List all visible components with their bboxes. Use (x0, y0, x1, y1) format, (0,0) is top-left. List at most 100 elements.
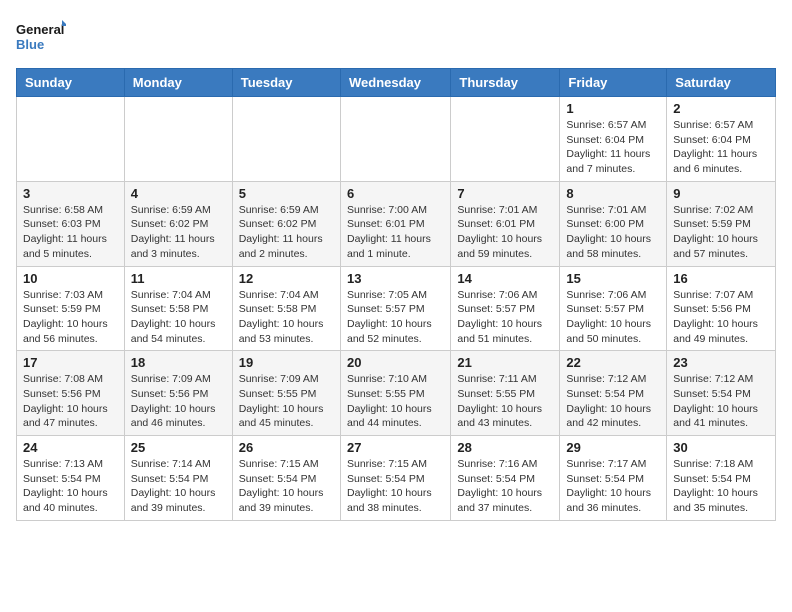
calendar-cell: 20 Sunrise: 7:10 AM Sunset: 5:55 PM Dayli… (340, 351, 450, 436)
day-number: 24 (23, 440, 118, 455)
calendar-cell: 9Sunrise: 7:02 AM Sunset: 5:59 PM Daylig… (667, 181, 776, 266)
day-number: 17 (23, 355, 118, 370)
logo: General Blue (16, 16, 66, 56)
page-header: General Blue (16, 16, 776, 56)
day-info: Sunrise: 7:12 AM Sunset: 5:54 PM Dayligh… (566, 372, 660, 431)
day-number: 20 (347, 355, 444, 370)
day-number: 6 (347, 186, 444, 201)
calendar-cell: 30Sunrise: 7:18 AM Sunset: 5:54 PM Dayli… (667, 436, 776, 521)
calendar-cell: 27 Sunrise: 7:15 AM Sunset: 5:54 PM Dayli… (340, 436, 450, 521)
day-info: Sunrise: 7:01 AM Sunset: 6:01 PM Dayligh… (457, 203, 553, 262)
day-info: Sunrise: 7:12 AM Sunset: 5:54 PM Dayligh… (673, 372, 769, 431)
day-number: 19 (239, 355, 334, 370)
day-number: 11 (131, 271, 226, 286)
day-info: Sunrise: 7:06 AM Sunset: 5:57 PM Dayligh… (457, 288, 553, 347)
day-number: 4 (131, 186, 226, 201)
calendar-cell: 2 Sunrise: 6:57 AM Sunset: 6:04 PM Daylig… (667, 97, 776, 182)
calendar-cell (340, 97, 450, 182)
calendar-cell: 13Sunrise: 7:05 AM Sunset: 5:57 PM Dayli… (340, 266, 450, 351)
day-info: Sunrise: 6:59 AM Sunset: 6:02 PM Dayligh… (239, 203, 334, 262)
calendar-cell: 3 Sunrise: 6:58 AM Sunset: 6:03 PM Daylig… (17, 181, 125, 266)
svg-text:General: General (16, 22, 64, 37)
day-number: 14 (457, 271, 553, 286)
day-number: 3 (23, 186, 118, 201)
weekday-header-row: SundayMondayTuesdayWednesdayThursdayFrid… (17, 69, 776, 97)
day-number: 23 (673, 355, 769, 370)
day-info: Sunrise: 7:16 AM Sunset: 5:54 PM Dayligh… (457, 457, 553, 516)
calendar-cell: 17 Sunrise: 7:08 AM Sunset: 5:56 PM Dayli… (17, 351, 125, 436)
calendar-cell (17, 97, 125, 182)
day-info: Sunrise: 6:57 AM Sunset: 6:04 PM Dayligh… (566, 118, 660, 177)
day-number: 10 (23, 271, 118, 286)
calendar-cell: 19Sunrise: 7:09 AM Sunset: 5:55 PM Dayli… (232, 351, 340, 436)
day-info: Sunrise: 7:17 AM Sunset: 5:54 PM Dayligh… (566, 457, 660, 516)
calendar-cell: 15 Sunrise: 7:06 AM Sunset: 5:57 PM Dayli… (560, 266, 667, 351)
day-info: Sunrise: 7:04 AM Sunset: 5:58 PM Dayligh… (239, 288, 334, 347)
calendar-cell: 10 Sunrise: 7:03 AM Sunset: 5:59 PM Dayli… (17, 266, 125, 351)
logo-svg: General Blue (16, 16, 66, 56)
day-info: Sunrise: 7:13 AM Sunset: 5:54 PM Dayligh… (23, 457, 118, 516)
calendar-cell: 16 Sunrise: 7:07 AM Sunset: 5:56 PM Dayli… (667, 266, 776, 351)
weekday-header-thursday: Thursday (451, 69, 560, 97)
day-info: Sunrise: 7:06 AM Sunset: 5:57 PM Dayligh… (566, 288, 660, 347)
calendar-cell (232, 97, 340, 182)
day-number: 28 (457, 440, 553, 455)
day-info: Sunrise: 6:59 AM Sunset: 6:02 PM Dayligh… (131, 203, 226, 262)
day-number: 16 (673, 271, 769, 286)
calendar-cell: 21 Sunrise: 7:11 AM Sunset: 5:55 PM Dayli… (451, 351, 560, 436)
calendar-week-row: 1Sunrise: 6:57 AM Sunset: 6:04 PM Daylig… (17, 97, 776, 182)
day-number: 2 (673, 101, 769, 116)
day-number: 22 (566, 355, 660, 370)
day-number: 13 (347, 271, 444, 286)
calendar-cell: 12 Sunrise: 7:04 AM Sunset: 5:58 PM Dayli… (232, 266, 340, 351)
weekday-header-friday: Friday (560, 69, 667, 97)
day-number: 7 (457, 186, 553, 201)
calendar-cell: 4 Sunrise: 6:59 AM Sunset: 6:02 PM Daylig… (124, 181, 232, 266)
day-info: Sunrise: 6:58 AM Sunset: 6:03 PM Dayligh… (23, 203, 118, 262)
day-number: 21 (457, 355, 553, 370)
day-number: 12 (239, 271, 334, 286)
calendar-cell: 18 Sunrise: 7:09 AM Sunset: 5:56 PM Dayli… (124, 351, 232, 436)
day-number: 18 (131, 355, 226, 370)
day-info: Sunrise: 7:07 AM Sunset: 5:56 PM Dayligh… (673, 288, 769, 347)
calendar-cell: 6 Sunrise: 7:00 AM Sunset: 6:01 PM Daylig… (340, 181, 450, 266)
calendar-cell (124, 97, 232, 182)
calendar-cell: 5Sunrise: 6:59 AM Sunset: 6:02 PM Daylig… (232, 181, 340, 266)
day-info: Sunrise: 7:09 AM Sunset: 5:56 PM Dayligh… (131, 372, 226, 431)
calendar-cell: 1Sunrise: 6:57 AM Sunset: 6:04 PM Daylig… (560, 97, 667, 182)
svg-text:Blue: Blue (16, 37, 44, 52)
day-number: 27 (347, 440, 444, 455)
day-info: Sunrise: 7:00 AM Sunset: 6:01 PM Dayligh… (347, 203, 444, 262)
calendar-cell: 28 Sunrise: 7:16 AM Sunset: 5:54 PM Dayli… (451, 436, 560, 521)
day-number: 29 (566, 440, 660, 455)
day-number: 26 (239, 440, 334, 455)
day-info: Sunrise: 7:14 AM Sunset: 5:54 PM Dayligh… (131, 457, 226, 516)
calendar-cell: 7 Sunrise: 7:01 AM Sunset: 6:01 PM Daylig… (451, 181, 560, 266)
day-info: Sunrise: 7:11 AM Sunset: 5:55 PM Dayligh… (457, 372, 553, 431)
calendar-week-row: 3 Sunrise: 6:58 AM Sunset: 6:03 PM Daylig… (17, 181, 776, 266)
day-info: Sunrise: 6:57 AM Sunset: 6:04 PM Dayligh… (673, 118, 769, 177)
weekday-header-monday: Monday (124, 69, 232, 97)
weekday-header-wednesday: Wednesday (340, 69, 450, 97)
calendar-cell (451, 97, 560, 182)
calendar-cell: 26Sunrise: 7:15 AM Sunset: 5:54 PM Dayli… (232, 436, 340, 521)
weekday-header-sunday: Sunday (17, 69, 125, 97)
calendar-cell: 22 Sunrise: 7:12 AM Sunset: 5:54 PM Dayli… (560, 351, 667, 436)
day-info: Sunrise: 7:10 AM Sunset: 5:55 PM Dayligh… (347, 372, 444, 431)
day-number: 30 (673, 440, 769, 455)
day-info: Sunrise: 7:03 AM Sunset: 5:59 PM Dayligh… (23, 288, 118, 347)
calendar-cell: 14 Sunrise: 7:06 AM Sunset: 5:57 PM Dayli… (451, 266, 560, 351)
calendar-cell: 23 Sunrise: 7:12 AM Sunset: 5:54 PM Dayli… (667, 351, 776, 436)
day-info: Sunrise: 7:15 AM Sunset: 5:54 PM Dayligh… (347, 457, 444, 516)
day-number: 15 (566, 271, 660, 286)
calendar-cell: 8Sunrise: 7:01 AM Sunset: 6:00 PM Daylig… (560, 181, 667, 266)
calendar-week-row: 10 Sunrise: 7:03 AM Sunset: 5:59 PM Dayli… (17, 266, 776, 351)
calendar-cell: 24 Sunrise: 7:13 AM Sunset: 5:54 PM Dayli… (17, 436, 125, 521)
calendar-week-row: 17 Sunrise: 7:08 AM Sunset: 5:56 PM Dayli… (17, 351, 776, 436)
weekday-header-saturday: Saturday (667, 69, 776, 97)
day-info: Sunrise: 7:04 AM Sunset: 5:58 PM Dayligh… (131, 288, 226, 347)
calendar-cell: 29 Sunrise: 7:17 AM Sunset: 5:54 PM Dayli… (560, 436, 667, 521)
calendar-week-row: 24 Sunrise: 7:13 AM Sunset: 5:54 PM Dayli… (17, 436, 776, 521)
calendar-cell: 11 Sunrise: 7:04 AM Sunset: 5:58 PM Dayli… (124, 266, 232, 351)
day-info: Sunrise: 7:08 AM Sunset: 5:56 PM Dayligh… (23, 372, 118, 431)
